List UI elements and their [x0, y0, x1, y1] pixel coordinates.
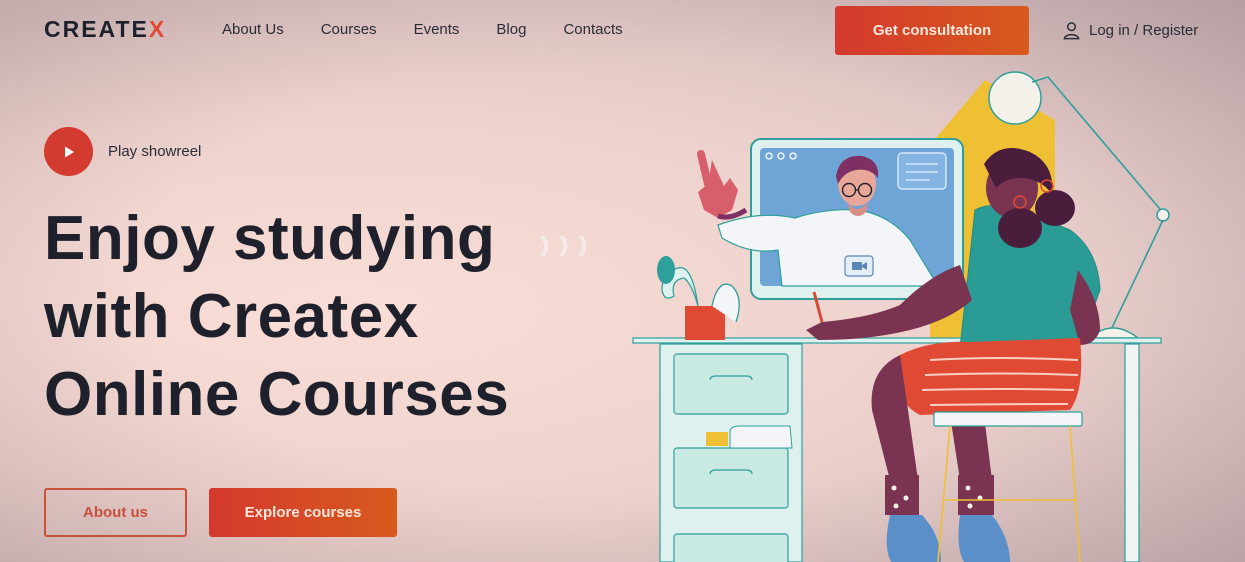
login-register-link[interactable]: Log in / Register — [1062, 21, 1198, 40]
user-icon — [1063, 22, 1080, 40]
nav-events[interactable]: Events — [414, 21, 460, 38]
explore-courses-button[interactable]: Explore courses — [209, 488, 397, 537]
play-showreel-button[interactable] — [44, 127, 93, 176]
nav-contacts[interactable]: Contacts — [563, 21, 622, 38]
about-us-button[interactable]: About us — [44, 488, 187, 537]
logo[interactable]: CREATEX — [44, 16, 166, 43]
play-icon — [64, 146, 74, 157]
logo-text: CREATE — [44, 16, 149, 42]
decorative-chevrons — [540, 236, 587, 256]
hero-title-line-3: Online Courses — [44, 360, 510, 429]
hero-title-line-1: Enjoy studying — [44, 204, 496, 273]
hero-illustration — [632, 71, 1217, 562]
hero-title-line-2: with Createx — [44, 282, 419, 351]
hero-title: Enjoy studying with Createx Online Cours… — [44, 200, 564, 434]
nav-courses[interactable]: Courses — [321, 21, 377, 38]
login-register-label: Log in / Register — [1089, 22, 1199, 39]
nav-blog[interactable]: Blog — [496, 21, 526, 38]
get-consultation-button[interactable]: Get consultation — [835, 6, 1029, 55]
logo-accent: X — [148, 16, 167, 42]
main-nav: About Us Courses Events Blog Contacts — [222, 21, 623, 38]
site-header: CREATEX About Us Courses Events Blog Con… — [0, 0, 1245, 62]
nav-about-us[interactable]: About Us — [222, 21, 284, 38]
play-showreel-label: Play showreel — [108, 143, 202, 160]
